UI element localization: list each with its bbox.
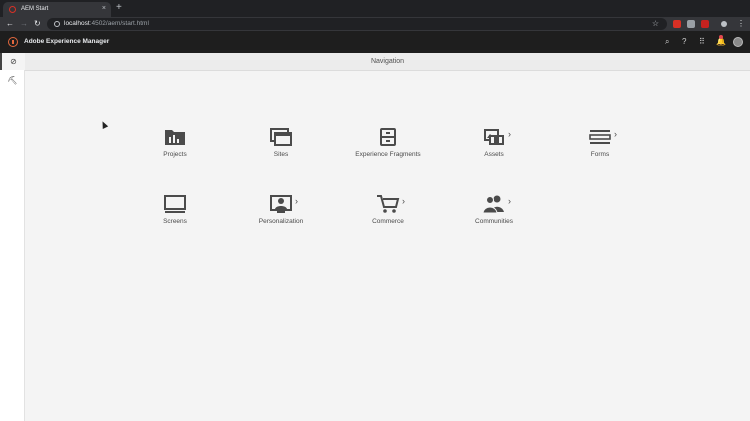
tile-commerce[interactable]: › Commerce bbox=[343, 194, 433, 242]
search-icon[interactable]: ⌕ bbox=[665, 37, 669, 47]
url-text[interactable]: localhost:4502/aem/start.html bbox=[64, 19, 149, 29]
app-title[interactable]: Adobe Experience Manager bbox=[24, 37, 109, 47]
page-header: Navigation bbox=[25, 53, 750, 71]
profile-icon[interactable] bbox=[721, 21, 727, 27]
aem-favicon-icon bbox=[9, 6, 16, 13]
browser-tab[interactable]: AEM Start × bbox=[3, 2, 111, 17]
site-info-icon[interactable] bbox=[54, 21, 60, 27]
page-title: Navigation bbox=[370, 58, 405, 65]
tile-sites[interactable]: Sites bbox=[236, 127, 326, 175]
commerce-icon bbox=[377, 195, 400, 213]
mouse-cursor bbox=[99, 120, 109, 129]
personalization-icon bbox=[270, 195, 292, 213]
experience-fragments-icon bbox=[380, 128, 396, 146]
tile-label: Experience Fragments bbox=[355, 151, 421, 158]
forms-icon bbox=[589, 130, 611, 144]
tile-assets[interactable]: › Assets bbox=[449, 127, 539, 175]
tile-label: Sites bbox=[273, 151, 289, 158]
chevron-right-icon: › bbox=[402, 196, 405, 206]
tile-projects[interactable]: Projects bbox=[130, 127, 220, 175]
reload-icon[interactable]: ↻ bbox=[34, 18, 41, 30]
extension-icon[interactable] bbox=[687, 20, 695, 28]
chevron-right-icon: › bbox=[508, 129, 511, 139]
extension-icon[interactable] bbox=[701, 20, 709, 28]
tab-title: AEM Start bbox=[21, 6, 49, 12]
projects-icon bbox=[165, 130, 185, 145]
tab-close-icon[interactable]: × bbox=[102, 4, 106, 14]
back-icon[interactable]: ← bbox=[6, 18, 14, 30]
tile-label: Commerce bbox=[372, 218, 404, 225]
tile-label: Forms bbox=[590, 151, 610, 158]
help-icon[interactable]: ? bbox=[682, 37, 686, 47]
browser-tab-strip: AEM Start × + bbox=[0, 0, 750, 17]
user-avatar[interactable] bbox=[733, 37, 743, 47]
aem-header: Adobe Experience Manager ⌕ ? ⠿ 🔔 bbox=[0, 31, 750, 53]
extension-icon[interactable] bbox=[673, 20, 681, 28]
assets-icon bbox=[484, 129, 504, 145]
apps-grid-icon[interactable]: ⠿ bbox=[699, 37, 705, 47]
forward-icon[interactable]: → bbox=[20, 18, 28, 30]
tile-communities[interactable]: › Communities bbox=[449, 194, 539, 242]
chevron-right-icon: › bbox=[614, 129, 617, 139]
browser-toolbar: ← → ↻ localhost:4502/aem/start.html ☆ ⋮ bbox=[0, 17, 750, 31]
new-tab-button[interactable]: + bbox=[116, 2, 122, 14]
tile-personalization[interactable]: › Personalization bbox=[236, 194, 326, 242]
tile-experience-fragments[interactable]: Experience Fragments bbox=[343, 127, 433, 175]
tile-label: Screens bbox=[163, 218, 187, 225]
tools-icon[interactable]: ⛏ bbox=[0, 72, 25, 89]
screens-icon bbox=[164, 195, 186, 213]
tile-screens[interactable]: Screens bbox=[130, 194, 220, 242]
sites-icon bbox=[270, 128, 292, 146]
tile-label: Personalization bbox=[258, 218, 304, 225]
notification-badge bbox=[719, 35, 723, 39]
tile-label: Communities bbox=[475, 218, 513, 225]
aem-logo-icon[interactable] bbox=[8, 37, 18, 47]
bookmark-star-icon[interactable]: ☆ bbox=[652, 18, 659, 30]
compass-icon[interactable]: ⊘ bbox=[0, 53, 25, 70]
browser-menu-icon[interactable]: ⋮ bbox=[737, 18, 745, 30]
tile-forms[interactable]: › Forms bbox=[555, 127, 645, 175]
tile-label: Projects bbox=[163, 151, 187, 158]
chevron-right-icon: › bbox=[508, 196, 511, 206]
chevron-right-icon: › bbox=[295, 196, 298, 206]
address-bar[interactable]: localhost:4502/aem/start.html ☆ bbox=[47, 18, 667, 30]
tile-label: Assets bbox=[484, 151, 504, 158]
communities-icon bbox=[482, 195, 504, 214]
left-rail: ⊘ ⛏ bbox=[0, 53, 25, 421]
